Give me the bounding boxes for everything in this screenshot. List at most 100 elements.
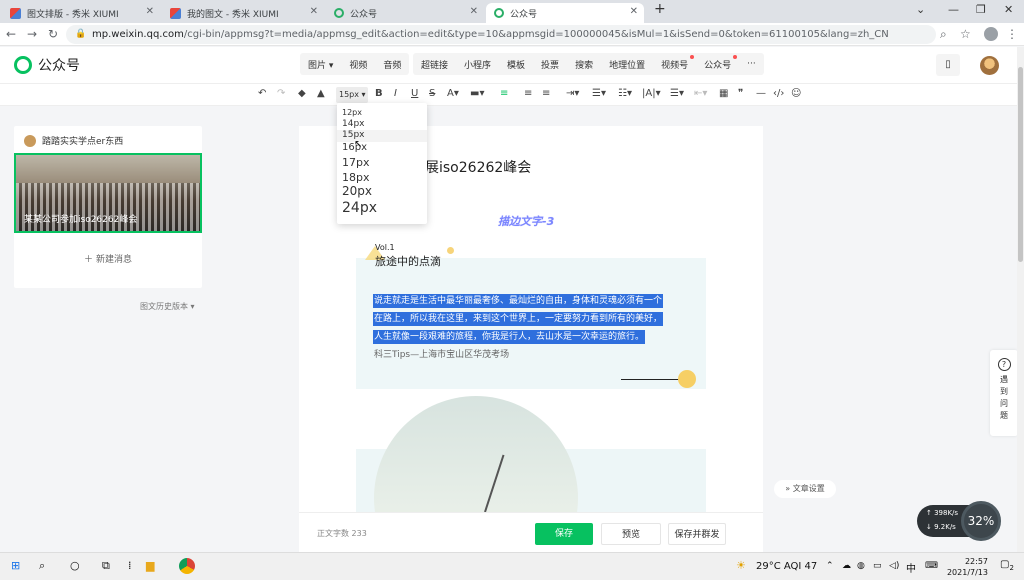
round-photo[interactable]	[374, 396, 578, 512]
close-icon[interactable]: ✕	[146, 6, 154, 17]
window-close-icon[interactable]: ✕	[1004, 3, 1013, 16]
indent-icon[interactable]: ⇥▾	[566, 88, 579, 99]
volume-icon[interactable]: ◁)	[889, 561, 899, 571]
ime-indicator[interactable]: 中	[906, 560, 916, 575]
insert-vote-button[interactable]: 投票	[533, 58, 567, 71]
new-tab-icon[interactable]: +	[654, 1, 666, 17]
browser-tab-1[interactable]: 图文排版 - 秀米 XIUMI ✕	[2, 3, 160, 23]
new-message-button[interactable]: ＋ 新建消息	[14, 252, 202, 265]
browser-tab-4[interactable]: 公众号 ✕	[486, 3, 644, 23]
strikethrough-icon[interactable]: S	[429, 88, 435, 99]
font-size-option[interactable]: 20px	[342, 184, 372, 198]
back-icon[interactable]: ←	[6, 27, 16, 41]
font-size-option[interactable]: 12px	[342, 108, 362, 117]
url-field[interactable]: 🔒 mp.weixin.qq.com/cgi-bin/appmsg?t=medi…	[66, 25, 936, 44]
reload-icon[interactable]: ↻	[48, 27, 58, 41]
font-size-option-highlighted[interactable]: 15px	[337, 130, 427, 142]
keyboard-icon[interactable]: ⌨	[925, 561, 938, 571]
page-scrollbar[interactable]	[1017, 47, 1024, 552]
insert-video-button[interactable]: 视频	[341, 58, 375, 71]
font-size-select[interactable]: 15px ▾	[336, 87, 368, 103]
selected-paragraph[interactable]: 说走就走是生活中最华丽最奢侈、最灿烂的自由，身体和灵魂必须有一个 在路上，所以我…	[373, 292, 691, 346]
insert-search-button[interactable]: 搜索	[567, 58, 601, 71]
divider-icon[interactable]: —	[756, 88, 766, 99]
insert-image-button[interactable]: 图片 ▾	[300, 58, 341, 71]
align-left-icon[interactable]: ≡	[500, 88, 508, 99]
undo-icon[interactable]: ↶	[258, 88, 266, 99]
align-right-icon[interactable]: ≡	[542, 88, 550, 99]
save-button[interactable]: 保存	[535, 523, 593, 545]
font-color-icon[interactable]: A▾	[447, 88, 459, 99]
align-center-icon[interactable]: ≡	[524, 88, 532, 99]
more-insert-button[interactable]: ···	[739, 59, 764, 69]
code-icon[interactable]: ‹/›	[773, 88, 784, 99]
wechat-tray-icon[interactable]: ◍	[857, 561, 865, 571]
file-explorer-icon[interactable]: ▆	[146, 559, 154, 572]
insert-location-button[interactable]: 地理位置	[601, 58, 653, 71]
bold-icon[interactable]: B	[375, 88, 383, 99]
redo-icon[interactable]: ↷	[277, 88, 285, 99]
tab-search-icon[interactable]: ⌄	[916, 3, 925, 16]
font-size-option[interactable]: 17px	[342, 156, 370, 169]
article-thumbnail[interactable]: 某某公司参加iso26262峰会	[14, 153, 202, 233]
avatar[interactable]	[980, 56, 999, 75]
restore-icon[interactable]: ❐	[976, 3, 986, 16]
underline-icon[interactable]: U	[411, 88, 418, 99]
weather-text[interactable]: 29°C AQI 47	[756, 561, 817, 572]
font-size-option[interactable]: 24px	[342, 200, 377, 216]
task-view-icon[interactable]: ⧉	[102, 559, 110, 573]
windows-start-icon[interactable]: ⊞	[11, 559, 20, 572]
help-button[interactable]: ? 遇到问题	[990, 350, 1018, 436]
network-icon[interactable]: ▭	[873, 561, 882, 571]
article-title[interactable]: 展iso26262峰会	[425, 157, 531, 177]
browser-tab-3[interactable]: 公众号 ✕	[326, 3, 484, 23]
insert-channels-button[interactable]: 视频号	[653, 54, 696, 71]
wechat-logo[interactable]: 公众号	[14, 55, 80, 75]
minimize-icon[interactable]: —	[948, 3, 959, 16]
close-icon[interactable]: ✕	[630, 6, 638, 17]
insert-link-button[interactable]: 超链接	[413, 58, 456, 71]
zoom-icon[interactable]: ⌕	[940, 27, 947, 42]
question-icon: ?	[997, 358, 1011, 371]
tray-expand-icon[interactable]: ⌃	[826, 561, 834, 571]
insert-miniprogram-button[interactable]: 小程序	[456, 58, 499, 71]
article-settings-button[interactable]: » 文章设置	[774, 480, 836, 498]
forward-icon[interactable]: →	[27, 27, 37, 41]
quote-icon[interactable]: ❞	[738, 88, 743, 99]
outdent-icon[interactable]: ⇤▾	[694, 88, 707, 99]
save-and-send-button[interactable]: 保存并群发	[668, 523, 726, 545]
notification-icon[interactable]: ▢2	[1000, 559, 1014, 572]
cloud-icon[interactable]: ☁	[842, 561, 851, 571]
search-icon[interactable]: ⌕	[39, 559, 45, 573]
close-icon[interactable]: ✕	[470, 6, 478, 17]
insert-template-button[interactable]: 模板	[499, 58, 533, 71]
table-icon[interactable]: ▦	[719, 88, 728, 99]
close-icon[interactable]: ✕	[310, 6, 318, 17]
letter-spacing-icon[interactable]: |A|▾	[642, 88, 661, 99]
menu-icon[interactable]: ⋮	[1006, 27, 1018, 41]
mobile-preview-icon[interactable]: ▯	[936, 54, 960, 76]
history-version-button[interactable]: 图文历史版本 ▾	[140, 301, 195, 312]
format-painter-icon[interactable]: ◆	[298, 88, 306, 99]
chrome-icon[interactable]	[179, 558, 195, 574]
insert-audio-button[interactable]: 音频	[375, 58, 409, 71]
bookmark-star-icon[interactable]: ☆	[960, 27, 971, 41]
background-color-icon[interactable]: ▬▾	[470, 88, 484, 99]
network-speed-widget[interactable]: ↑ 398K/s ↓ 9.2K/s 32%	[917, 501, 1001, 541]
italic-icon[interactable]: I	[394, 88, 397, 99]
emoji-icon[interactable]: ☺	[791, 88, 801, 99]
profile-icon[interactable]	[984, 27, 998, 41]
taskbar-clock[interactable]: 22:57 2021/7/13	[944, 556, 988, 578]
line-height-icon[interactable]: ☰▾	[592, 88, 606, 99]
font-size-option[interactable]: 14px	[342, 119, 365, 129]
font-size-option[interactable]: 18px	[342, 171, 370, 184]
list-icon[interactable]: ☰▾	[670, 88, 684, 99]
clear-format-icon[interactable]: ▲	[317, 88, 325, 99]
insert-official-account-button[interactable]: 公众号	[696, 54, 739, 71]
scrollbar-thumb[interactable]	[1018, 67, 1023, 262]
preview-button[interactable]: 预览	[601, 523, 661, 545]
paragraph-spacing-icon[interactable]: ☷▾	[618, 88, 632, 99]
weather-icon[interactable]: ☀	[736, 559, 746, 572]
cortana-icon[interactable]: ○	[70, 559, 80, 572]
browser-tab-2[interactable]: 我的图文 - 秀米 XIUMI ✕	[162, 3, 324, 23]
